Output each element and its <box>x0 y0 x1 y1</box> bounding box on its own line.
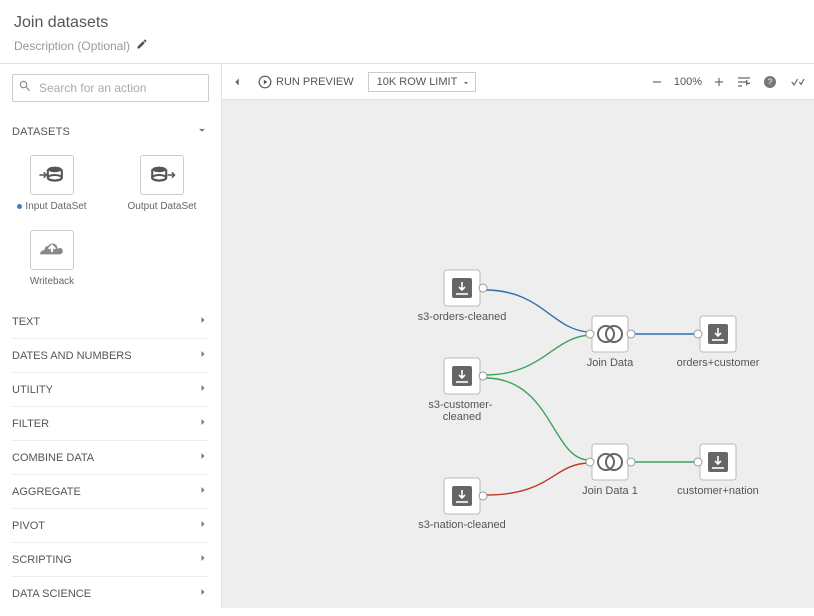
node-s3-orders-cleaned[interactable]: s3-orders-cleaned <box>418 270 507 323</box>
category-aggregate[interactable]: AGGREGATE <box>12 474 209 508</box>
zoom-value: 100% <box>674 76 702 88</box>
category-utility[interactable]: UTILITY <box>12 372 209 406</box>
chevron-right-icon <box>197 416 209 431</box>
chevron-right-icon <box>197 348 209 363</box>
category-label: UTILITY <box>12 384 53 396</box>
chevron-right-icon <box>197 450 209 465</box>
sidebar: DATASETS Input DataSet <box>0 64 222 608</box>
chevron-down-icon <box>195 123 209 140</box>
chevron-down-icon <box>461 78 471 91</box>
node-join-data-1[interactable]: Join Data 1 <box>582 444 638 497</box>
chevron-right-icon <box>197 382 209 397</box>
svg-text:?: ? <box>768 77 773 86</box>
zoom-in-icon[interactable] <box>712 75 726 89</box>
chevron-right-icon <box>197 484 209 499</box>
run-preview-label: RUN PREVIEW <box>276 76 354 88</box>
help-icon[interactable]: ? <box>762 74 778 90</box>
flow-canvas[interactable]: s3-orders-cleaned s3-customer- cleaned <box>222 100 814 608</box>
run-preview-button[interactable]: RUN PREVIEW <box>254 71 358 93</box>
node-customer-nation[interactable]: customer+nation <box>677 444 759 497</box>
search-icon <box>18 79 32 96</box>
zoom-out-icon[interactable] <box>650 75 664 89</box>
category-label: AGGREGATE <box>12 486 81 498</box>
category-text[interactable]: TEXT <box>12 305 209 338</box>
chevron-right-icon <box>197 314 209 329</box>
chevron-right-icon <box>197 518 209 533</box>
category-filter[interactable]: FILTER <box>12 406 209 440</box>
section-datasets-label: DATASETS <box>12 126 70 138</box>
node-s3-customer-cleaned[interactable]: s3-customer- cleaned <box>428 358 495 423</box>
node-label: s3-customer- cleaned <box>428 399 495 423</box>
category-pivot[interactable]: PIVOT <box>12 508 209 542</box>
category-label: SCRIPTING <box>12 554 72 566</box>
settings-sliders-icon[interactable] <box>736 74 752 90</box>
tile-input-label: Input DataSet <box>25 201 86 212</box>
description-placeholder[interactable]: Description (Optional) <box>14 39 130 53</box>
node-label: Join Data <box>587 357 634 369</box>
category-label: PIVOT <box>12 520 45 532</box>
node-label: s3-orders-cleaned <box>418 311 507 323</box>
tile-output-label: Output DataSet <box>128 201 197 212</box>
tile-output-dataset[interactable]: Output DataSet <box>122 155 202 212</box>
category-label: COMBINE DATA <box>12 452 94 464</box>
node-label: orders+customer <box>677 357 760 369</box>
row-limit-value: 10K ROW LIMIT <box>377 76 458 88</box>
node-label: s3-nation-cleaned <box>418 519 505 531</box>
node-label: Join Data 1 <box>582 485 638 497</box>
chevron-right-icon <box>197 586 209 601</box>
node-s3-nation-cleaned[interactable]: s3-nation-cleaned <box>418 478 505 531</box>
chevron-right-icon <box>197 552 209 567</box>
canvas-toolbar: RUN PREVIEW 10K ROW LIMIT 100% ? <box>222 64 814 100</box>
category-label: TEXT <box>12 316 40 328</box>
category-data-science[interactable]: DATA SCIENCE <box>12 576 209 608</box>
category-label: DATES AND NUMBERS <box>12 350 132 362</box>
checkmark-icon[interactable] <box>788 75 806 89</box>
edit-description-icon[interactable] <box>136 38 148 53</box>
tile-writeback-label: Writeback <box>30 276 74 287</box>
category-label: DATA SCIENCE <box>12 588 91 600</box>
row-limit-select[interactable]: 10K ROW LIMIT <box>368 72 477 92</box>
page-title: Join datasets <box>14 14 800 32</box>
tile-input-dataset[interactable]: Input DataSet <box>12 155 92 212</box>
category-label: FILTER <box>12 418 49 430</box>
node-label: customer+nation <box>677 485 759 497</box>
search-input[interactable] <box>12 74 209 102</box>
category-combine-data[interactable]: COMBINE DATA <box>12 440 209 474</box>
tile-writeback[interactable]: Writeback <box>12 230 92 287</box>
section-datasets[interactable]: DATASETS <box>12 116 209 147</box>
category-scripting[interactable]: SCRIPTING <box>12 542 209 576</box>
node-join-data[interactable]: Join Data <box>586 316 635 369</box>
node-orders-customer[interactable]: orders+customer <box>677 316 760 369</box>
category-dates-and-numbers[interactable]: DATES AND NUMBERS <box>12 338 209 372</box>
back-icon[interactable] <box>230 75 244 89</box>
